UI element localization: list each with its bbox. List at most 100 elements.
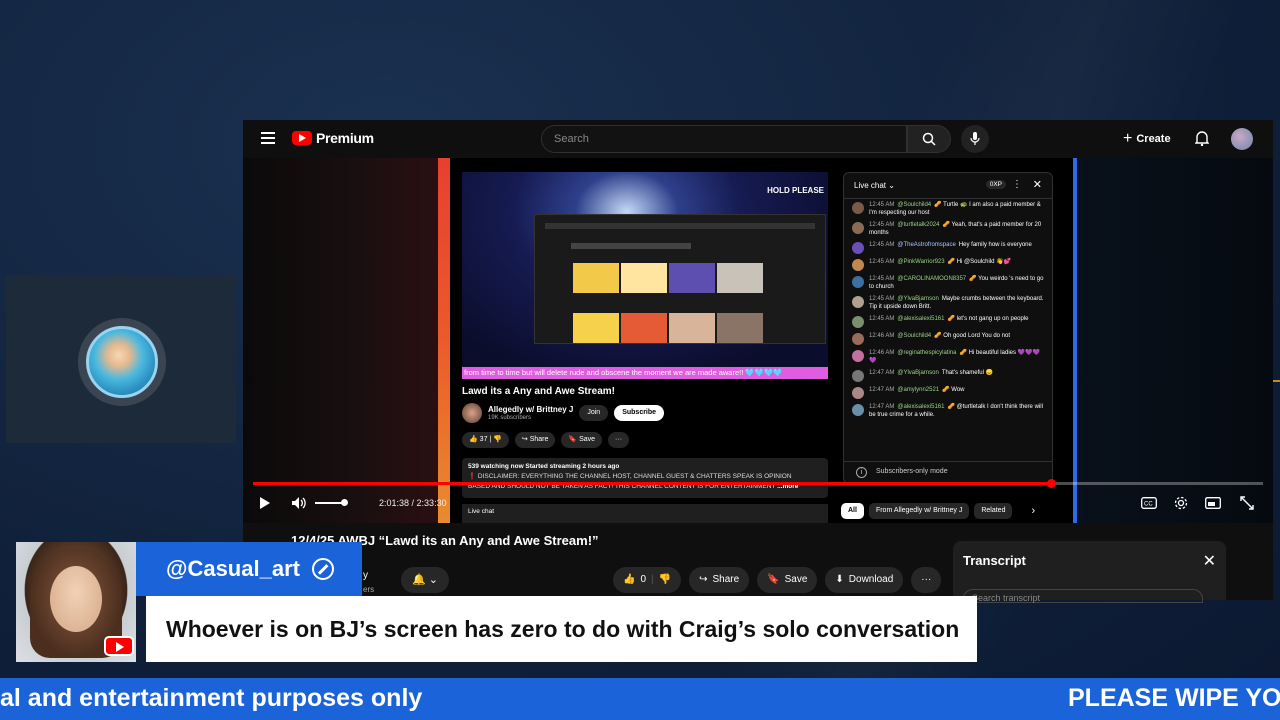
close-icon[interactable]: ✕ xyxy=(1203,551,1216,571)
chat-text: Hey family how is everyone xyxy=(958,242,1032,248)
commenter-username: @Casual_art xyxy=(166,556,300,581)
create-button[interactable]: + Create xyxy=(1123,128,1171,150)
inner-share-label: Share xyxy=(529,436,549,443)
hold-please-label: HOLD PLEASE xyxy=(767,186,824,195)
transcript-search-input[interactable]: Search transcript xyxy=(963,589,1203,603)
inner-stream-banner: from time to time but will delete rude a… xyxy=(462,367,828,379)
chat-message: 12:46 AM @reginathespicylatina 🥜 Hi beauti… xyxy=(844,347,1052,367)
commenter-name-tag: @Casual_art xyxy=(136,542,362,596)
youtube-window: Premium Search + Create HOLD PLEASE from… xyxy=(243,120,1273,603)
progress-bar[interactable] xyxy=(253,479,1263,488)
chat-user-avatar xyxy=(852,316,864,328)
like-button[interactable]: 👍 0 | 👎 xyxy=(613,567,682,593)
chat-message: 12:45 AM @YlvaBjarnson Maybe crumbs betwee… xyxy=(844,293,1052,313)
inner-subscribe-button: Subscribe xyxy=(614,405,665,421)
share-button[interactable]: ↪ Share xyxy=(689,567,750,593)
youtube-play-icon xyxy=(292,131,312,145)
chat-username: @TheAstrofromspace xyxy=(897,242,956,248)
player-background xyxy=(243,158,438,523)
play-button[interactable] xyxy=(255,490,275,516)
chat-text: 🥜 let's not gang up on people xyxy=(947,316,1029,322)
time-total: 2:33:30 xyxy=(416,498,447,508)
chat-footer: i Subscribers-only mode xyxy=(844,461,1052,483)
captions-button[interactable]: CC xyxy=(1139,490,1159,516)
chat-message: 12:45 AM @TheAstrofromspace Hey family how… xyxy=(844,239,1052,256)
youtube-logo[interactable]: Premium xyxy=(292,130,374,146)
chat-footer-text: Subscribers-only mode xyxy=(876,468,948,475)
progress-fill xyxy=(253,482,1051,485)
chat-header: Live chat ⌄ 0XP ⋮ ✕ xyxy=(844,173,1052,199)
progress-scrubber[interactable] xyxy=(1046,479,1056,488)
settings-button[interactable] xyxy=(1171,490,1191,516)
chat-message: 12:45 AM @Soulchild4 🥜 Turtle 🐢 I am also … xyxy=(844,199,1052,219)
chat-text: 🥜 Yeah, that's a paid member for 20 mont… xyxy=(869,222,1042,236)
volume-knob[interactable] xyxy=(341,499,348,506)
close-icon: ✕ xyxy=(1032,179,1042,191)
bell-icon: 🔔 xyxy=(412,574,426,586)
chat-timestamp: 12:45 AM xyxy=(869,316,895,322)
chat-username: @reginathespicylatina xyxy=(897,350,957,356)
chat-timestamp: 12:45 AM xyxy=(869,276,895,282)
channel-name-partial: y xyxy=(363,570,368,581)
chat-message: 12:45 AM @turtletalk2024 🥜 Yeah, that's a … xyxy=(844,219,1052,239)
bell-icon xyxy=(1194,131,1210,147)
host-avatar xyxy=(78,318,166,406)
chat-username: @YlvaBjarnson xyxy=(897,370,939,376)
notify-bell-button[interactable]: 🔔 ⌄ xyxy=(401,567,449,593)
chat-user-avatar xyxy=(852,404,864,416)
menu-icon[interactable] xyxy=(261,132,275,144)
channel-subs-partial: ers xyxy=(363,585,375,594)
time-current: 2:01:38 xyxy=(379,498,410,508)
chat-text: That's shameful 😞 xyxy=(941,370,994,376)
chat-username: @alexisalexi5161 xyxy=(897,404,945,410)
inner-channel-avatar xyxy=(462,403,482,423)
chat-user-avatar xyxy=(852,333,864,345)
screen-edge-blue xyxy=(1073,158,1077,523)
download-button[interactable]: ⬇ Download xyxy=(825,567,904,593)
inner-screen-capture xyxy=(534,214,826,344)
transcript-panel: Transcript ✕ Search transcript xyxy=(953,541,1226,603)
brand-label: Premium xyxy=(316,130,374,146)
dislike-icon[interactable]: 👎 xyxy=(659,567,671,593)
download-label: Download xyxy=(848,574,894,585)
stream-overlay-canvas: Premium Search + Create HOLD PLEASE from… xyxy=(0,0,1280,720)
miniplayer-button[interactable] xyxy=(1203,490,1223,516)
bookmark-icon: 🔖 xyxy=(767,574,780,585)
chat-username: @PinkWarrior923 xyxy=(897,259,945,265)
chat-timestamp: 12:45 AM xyxy=(869,222,895,228)
inner-stream-video: HOLD PLEASE xyxy=(462,172,828,367)
chat-text: 🥜 Hi @Soulchild 👋💕 xyxy=(947,259,1012,265)
notifications-button[interactable] xyxy=(1194,130,1210,151)
search-input[interactable]: Search xyxy=(541,125,907,153)
mute-button[interactable] xyxy=(289,490,309,516)
search-button[interactable] xyxy=(907,125,951,153)
chat-username: @alexisalexi5161 xyxy=(897,316,945,322)
miniplayer-icon xyxy=(1205,497,1221,509)
chat-user-avatar xyxy=(852,222,864,234)
chat-timestamp: 12:47 AM xyxy=(869,370,895,376)
ticker-text: PLEASE WIPE YO xyxy=(1068,684,1280,712)
video-player[interactable]: HOLD PLEASE from time to time but will d… xyxy=(243,158,1273,523)
xp-badge: 0XP xyxy=(985,180,1006,189)
inner-save-button: 🔖 Save xyxy=(561,432,603,448)
chat-user-avatar xyxy=(852,387,864,399)
account-avatar[interactable] xyxy=(1231,128,1253,150)
more-actions-button[interactable]: ··· xyxy=(911,567,942,593)
info-icon: i xyxy=(856,467,867,478)
voice-search-button[interactable] xyxy=(961,125,989,153)
svg-text:CC: CC xyxy=(1144,502,1153,508)
player-background xyxy=(1073,158,1273,523)
inner-join-button: Join xyxy=(579,405,609,421)
inner-save-label: Save xyxy=(579,436,596,443)
chevron-down-icon: ⌄ xyxy=(888,181,895,190)
ticker-text: al and entertainment purposes only xyxy=(0,684,423,712)
fullscreen-button[interactable] xyxy=(1237,490,1257,516)
plus-icon: + xyxy=(1123,130,1133,147)
save-button[interactable]: 🔖 Save xyxy=(757,567,818,593)
captions-icon: CC xyxy=(1141,497,1157,509)
chat-message: 12:47 AM @alexisalexi5161 🥜 @turtletalk I … xyxy=(844,401,1052,421)
chat-timestamp: 12:46 AM xyxy=(869,333,895,339)
chat-message: 12:45 AM @alexisalexi5161 🥜 let's not gang… xyxy=(844,313,1052,330)
chat-username: @Soulchild4 xyxy=(897,333,932,339)
like-count: 0 xyxy=(640,574,647,585)
